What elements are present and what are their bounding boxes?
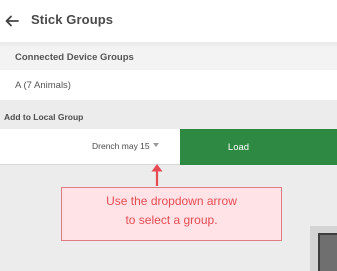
device-image [318, 233, 337, 271]
group-select-value: Drench may 15 [92, 141, 150, 151]
group-list-item-label: A (7 Animals) [15, 80, 71, 91]
group-list-item[interactable]: A (7 Animals) [0, 70, 337, 100]
callout-line-1: Use the dropdown arrow [106, 194, 237, 208]
load-button[interactable]: Load [180, 129, 337, 165]
annotation-arrow-icon [151, 164, 163, 186]
page-title: Stick Groups [31, 12, 114, 27]
connected-groups-header: Connected Device Groups [0, 46, 337, 70]
callout-line-2: to select a group. [125, 213, 218, 227]
annotation-callout: Use the dropdown arrow to select a group… [61, 187, 282, 241]
local-group-label: Add to Local Group [4, 112, 84, 122]
local-group-action-row: Drench may 15 Load [0, 129, 337, 165]
group-select-dropdown[interactable]: Drench may 15 [0, 129, 180, 165]
arrow-back-icon[interactable] [4, 13, 20, 29]
app-bar: Stick Groups [0, 0, 337, 42]
dropdown-arrow-icon[interactable] [153, 143, 159, 147]
